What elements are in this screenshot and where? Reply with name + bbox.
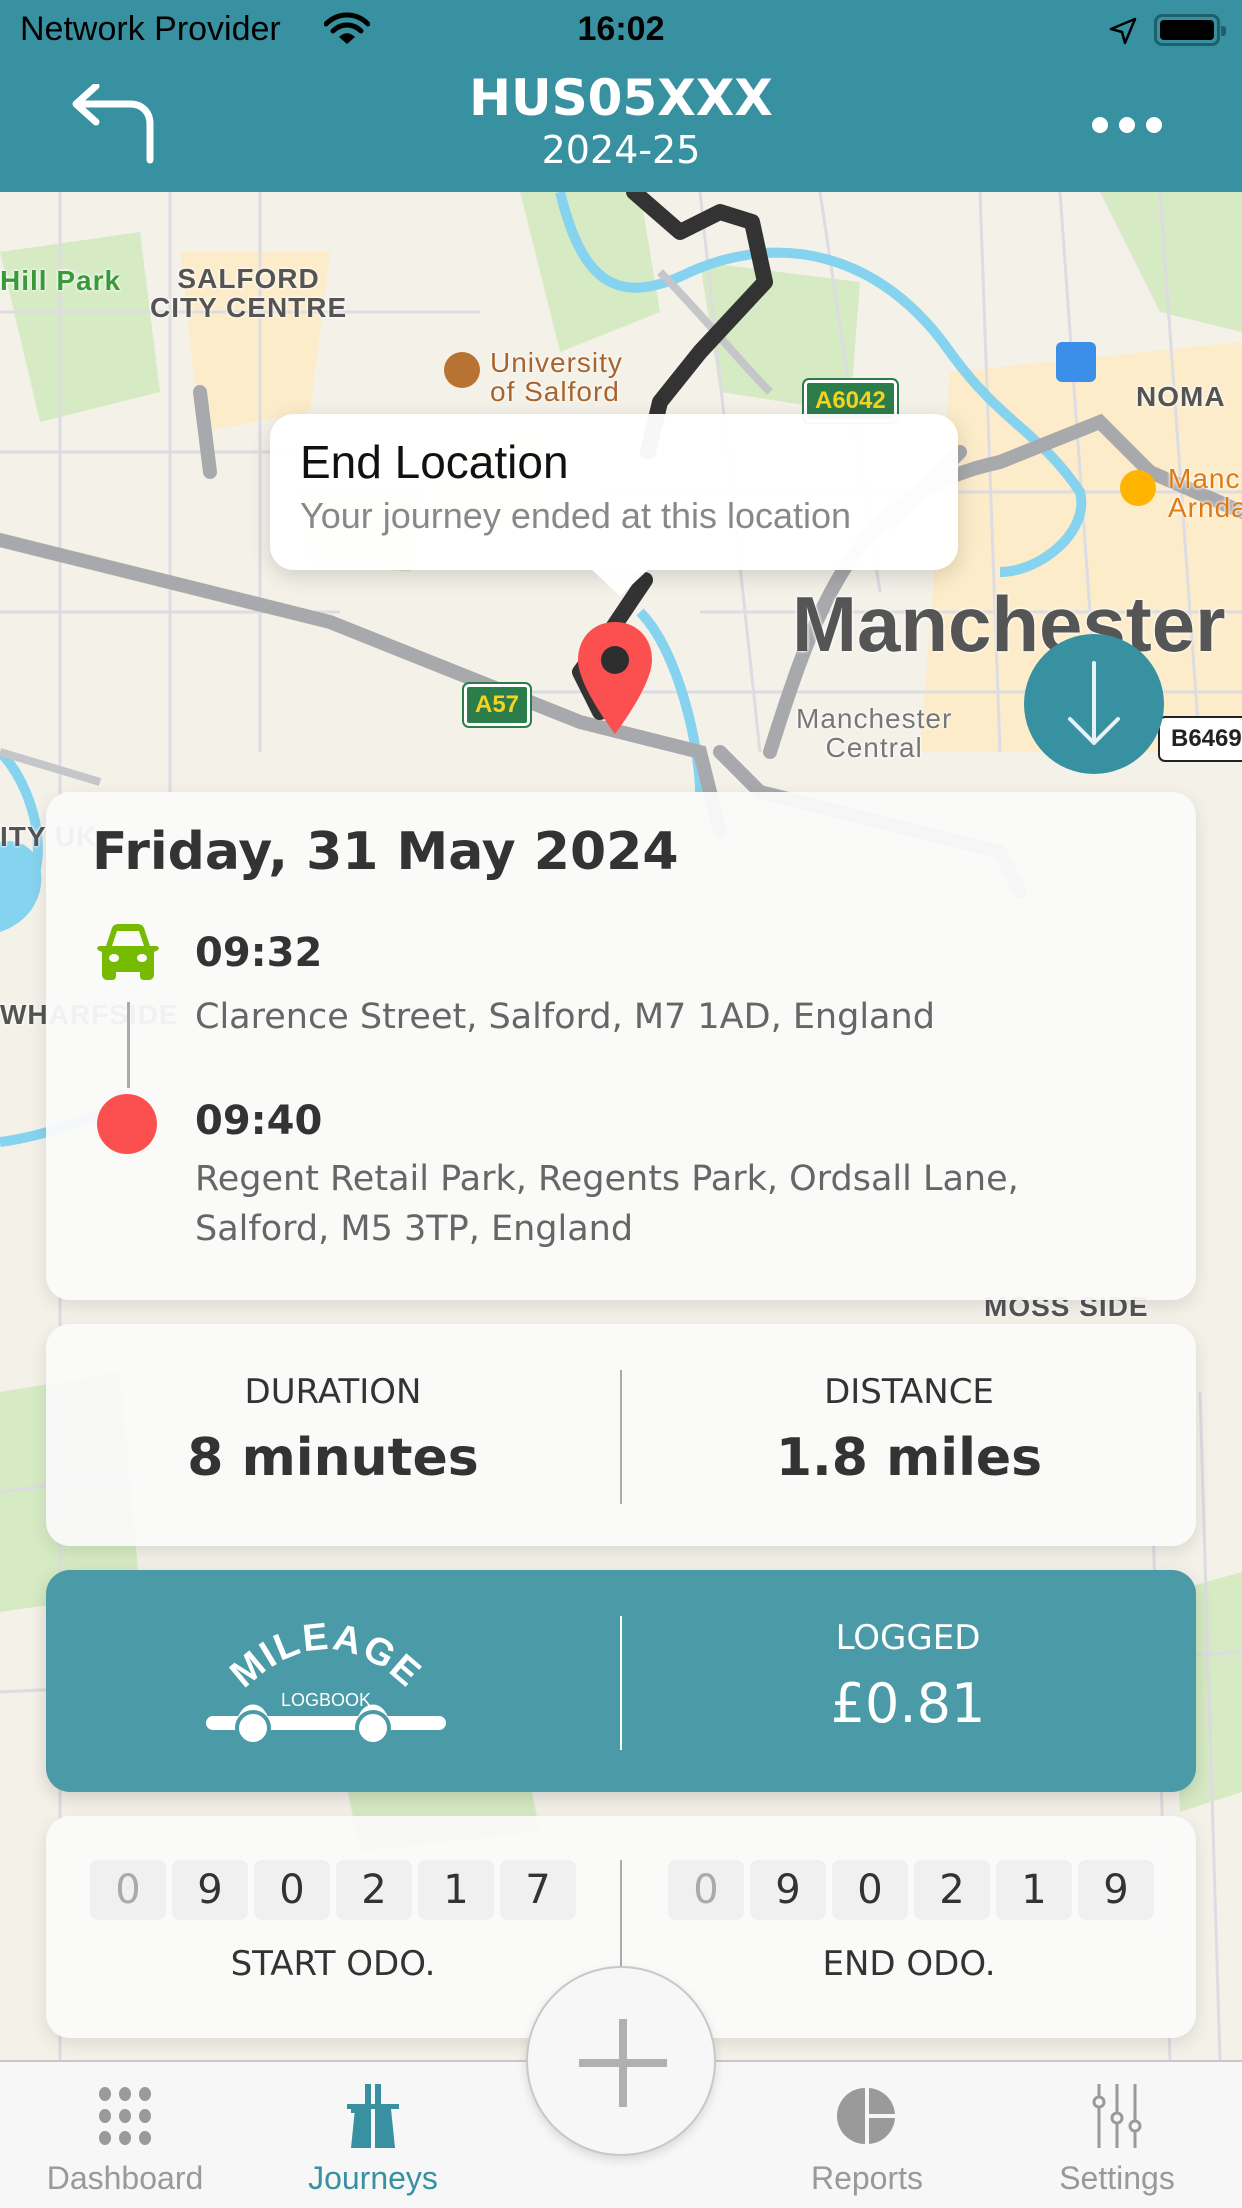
trip-date: Friday, 31 May 2024 (92, 822, 679, 882)
start-odometer: 0 9 0 2 1 7 (90, 1860, 576, 1920)
map-label-arndale: Manc Arnda (1168, 463, 1242, 524)
tab-reports[interactable]: Reports (742, 2062, 992, 2208)
end-time: 09:40 (195, 1098, 323, 1144)
map-label-manchester: Manchester (792, 580, 1226, 668)
end-odometer: 0 9 0 2 1 9 (668, 1860, 1154, 1920)
end-marker-icon (97, 1094, 157, 1154)
dots-grid-icon (99, 2087, 151, 2145)
duration-label: DURATION (244, 1372, 422, 1412)
map-label-university: University of Salford (490, 347, 623, 408)
tab-label: Dashboard (46, 2160, 204, 2196)
end-location-pin-icon[interactable] (574, 620, 656, 736)
road-shield-a57: A57 (461, 682, 533, 728)
callout-subtitle: Your journey ended at this location (300, 495, 852, 536)
logged-value: £0.81 (830, 1672, 986, 1735)
odo-digit: 7 (500, 1860, 576, 1920)
road-icon (347, 2084, 399, 2148)
scroll-down-button[interactable] (1024, 634, 1164, 774)
odo-digit: 0 (90, 1860, 166, 1920)
end-address: Regent Retail Park, Regents Park, Ordsal… (195, 1159, 1019, 1249)
plus-icon (579, 2019, 667, 2107)
tab-settings[interactable]: Settings (992, 2062, 1242, 2208)
odo-digit: 9 (172, 1860, 248, 1920)
shopping-icon (1120, 470, 1156, 506)
odo-digit: 0 (668, 1860, 744, 1920)
start-odo-label: START ODO. (230, 1944, 436, 1984)
duration-stat: DURATION 8 minutes (46, 1324, 620, 1546)
logo-logbook-text: LOGBOOK (281, 1690, 371, 1710)
sliders-icon (1092, 2084, 1142, 2148)
car-start-icon (97, 924, 159, 980)
start-time: 09:32 (195, 930, 323, 976)
distance-value: 1.8 miles (775, 1428, 1043, 1488)
odo-digit: 0 (254, 1860, 330, 1920)
map-label-manchester-central: Manchester Central (796, 703, 953, 764)
tab-journeys[interactable]: Journeys (248, 2062, 498, 2208)
duration-value: 8 minutes (187, 1428, 479, 1488)
trip-stats-card: DURATION 8 minutes DISTANCE 1.8 miles (46, 1324, 1196, 1546)
add-journey-button[interactable] (526, 1966, 716, 2156)
callout-title: End Location (300, 436, 569, 488)
logged-amount-card: MILEAGE LOGBOOK LOGGED £0.81 (46, 1570, 1196, 1792)
location-services-icon (1109, 17, 1137, 45)
tab-label: Reports (810, 2160, 924, 2196)
university-icon (444, 352, 480, 388)
road-shield-b6469: B6469 (1158, 716, 1242, 762)
start-address: Clarence Street, Salford, M7 1AD, Englan… (195, 997, 935, 1037)
tab-label: Settings (1059, 2160, 1175, 2196)
tax-year-subtitle: 2024-25 (541, 128, 701, 172)
map-label-salford-city-centre: SALFORD CITY CENTRE (150, 263, 348, 324)
logged-label: LOGGED (835, 1618, 981, 1658)
svg-text:MILEAGE: MILEAGE (223, 1616, 430, 1696)
distance-stat: DISTANCE 1.8 miles (622, 1324, 1196, 1546)
odo-digit: 2 (336, 1860, 412, 1920)
mileage-logbook-logo: MILEAGE LOGBOOK (206, 1616, 446, 1746)
train-station-icon (1056, 342, 1096, 382)
odo-digit: 9 (1078, 1860, 1154, 1920)
map-label-hill-park: Hill Park (0, 265, 122, 296)
header: Network Provider 16:02 HUS05XXX 2024-25 (0, 0, 1242, 192)
trip-connector-line (127, 1002, 130, 1088)
tab-label: Journeys (308, 2160, 438, 2196)
trip-details-card: Friday, 31 May 2024 09:32 Clarence Stree… (46, 792, 1196, 1300)
status-bar: Network Provider 16:02 (0, 0, 1242, 62)
end-odo-label: END ODO. (822, 1944, 996, 1984)
odo-digit: 2 (914, 1860, 990, 1920)
end-location-callout[interactable]: End Location Your journey ended at this … (270, 414, 958, 596)
status-time: 16:02 (577, 10, 665, 48)
pie-chart-icon (837, 2088, 895, 2144)
battery-icon (1154, 14, 1226, 46)
odo-digit: 1 (418, 1860, 494, 1920)
odo-digit: 9 (750, 1860, 826, 1920)
logo-mileage-text: MILEAGE (223, 1616, 428, 1696)
arrow-down-icon (1068, 661, 1120, 745)
more-dots-icon[interactable] (1092, 112, 1162, 138)
distance-label: DISTANCE (824, 1372, 994, 1412)
tab-dashboard[interactable]: Dashboard (0, 2062, 250, 2208)
map-label-noma: NOMA (1136, 381, 1226, 412)
odo-digit: 0 (832, 1860, 908, 1920)
vehicle-registration-title: HUS05XXX (469, 69, 773, 127)
odo-digit: 1 (996, 1860, 1072, 1920)
